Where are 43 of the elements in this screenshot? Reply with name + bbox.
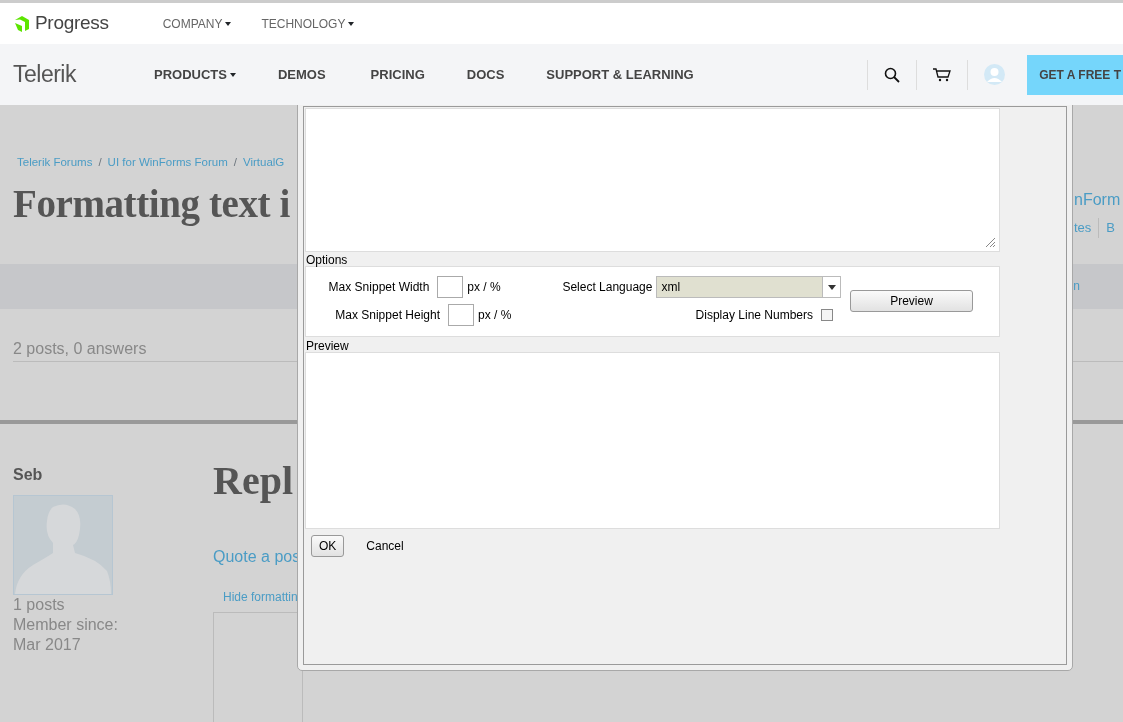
line-numbers-checkbox[interactable] <box>821 309 833 321</box>
field-label: Select Language <box>562 279 653 296</box>
post-count: 2 posts, 0 answers <box>13 338 147 359</box>
size-input[interactable] <box>448 304 474 326</box>
trial-button[interactable]: GET A FREE T <box>1027 54 1123 95</box>
breadcrumb-separator: / <box>233 155 237 170</box>
nav-link[interactable]: DEMOS <box>277 64 326 85</box>
cart-icon[interactable] <box>933 67 952 82</box>
nav-link[interactable]: SUPPORT & LEARNING <box>546 64 694 85</box>
member-since-date: Mar 2017 <box>13 634 82 655</box>
nav-link[interactable]: COMPANY <box>162 14 223 33</box>
unit-label: px / % <box>467 279 502 296</box>
search-icon[interactable] <box>884 66 901 83</box>
caret-icon[interactable] <box>229 72 236 77</box>
member-since-label: Member since: <box>13 614 119 635</box>
nav-link[interactable]: PRODUCTS <box>153 64 227 85</box>
ok-button[interactable]: OK <box>311 535 345 557</box>
preview-legend: Preview <box>305 340 1065 352</box>
nav-link[interactable]: DOCS <box>466 64 505 85</box>
language-select[interactable]: xml <box>656 276 841 298</box>
avatar-icon <box>13 494 113 595</box>
post-count: 1 posts <box>13 594 66 615</box>
options-legend: Options <box>305 254 1065 266</box>
dropdown-arrow-icon[interactable] <box>827 284 836 290</box>
unit-label: px / % <box>478 307 513 324</box>
field-label: Max Snippet Height <box>334 307 440 324</box>
page-title: Formatting text i <box>13 182 290 227</box>
caret-icon[interactable] <box>348 21 355 26</box>
brand-logo[interactable]: Progress <box>13 9 109 38</box>
title-fragment: nForm <box>1074 190 1122 211</box>
product-logo[interactable]: Telerik <box>13 57 76 92</box>
size-input[interactable] <box>437 276 464 298</box>
field-label: Max Snippet Width <box>327 279 430 296</box>
nav-link[interactable]: TECHNOLOGY <box>261 14 346 33</box>
nav-link[interactable]: PRICING <box>370 64 425 85</box>
checkbox-label: Display Line Numbers <box>695 307 813 324</box>
author-name: Seb <box>13 464 44 485</box>
caret-icon[interactable] <box>225 21 232 26</box>
preview-button[interactable]: Preview <box>850 290 973 312</box>
cancel-link[interactable]: Cancel <box>366 537 404 555</box>
resize-grip-icon[interactable] <box>985 237 996 248</box>
reply-heading: Repl <box>213 458 294 503</box>
breadcrumb-separator: / <box>98 155 102 170</box>
